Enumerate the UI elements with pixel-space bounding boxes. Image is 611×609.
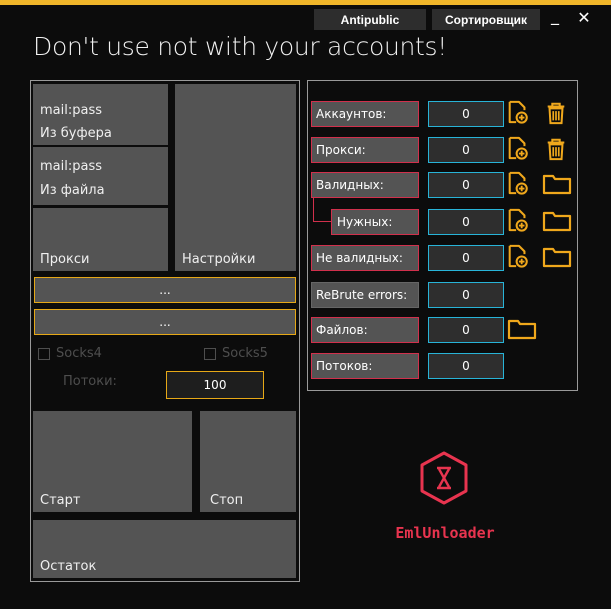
- settings-label: Настройки: [182, 252, 256, 267]
- proxy-label: Прокси: [40, 252, 90, 267]
- tab-antipublic[interactable]: Antipublic: [314, 9, 426, 30]
- socks4-checkbox[interactable]: Socks4: [38, 346, 102, 361]
- stat-label-needed: Нужных:: [331, 209, 419, 235]
- stop-button[interactable]: Стоп: [200, 411, 296, 512]
- stat-value-accounts: 0: [428, 101, 504, 127]
- file-add-icon[interactable]: [507, 171, 529, 195]
- folder-icon[interactable]: [542, 173, 572, 195]
- socks4-checkbox-box[interactable]: [38, 347, 50, 360]
- logo-hexagon-icon: [420, 451, 468, 505]
- stat-value-invalid: 0: [428, 245, 504, 271]
- file-line1: mail:pass: [40, 159, 102, 174]
- stat-label-threads: Потоков:: [311, 353, 419, 379]
- page-title: Don't use not with your accounts!: [33, 32, 447, 61]
- stat-value-rebrute-errors: 0: [428, 282, 504, 308]
- start-label: Старт: [40, 493, 81, 508]
- close-button[interactable]: ✕: [575, 8, 593, 28]
- threads-input[interactable]: 100: [166, 371, 264, 399]
- proxy-button[interactable]: Прокси: [33, 208, 168, 271]
- socks5-label: Socks5: [222, 346, 268, 361]
- stat-label-accounts: Аккаунтов:: [311, 101, 419, 127]
- nested-bracket-line: [313, 197, 314, 221]
- remainder-button[interactable]: Остаток: [33, 520, 296, 578]
- trash-icon[interactable]: [545, 101, 567, 125]
- file-line2: Из файла: [40, 183, 105, 198]
- clipboard-load-button[interactable]: mail:pass Из буфера: [33, 84, 168, 145]
- trash-icon[interactable]: [545, 137, 567, 161]
- socks4-label: Socks4: [56, 346, 102, 361]
- stat-label-proxies: Прокси:: [311, 137, 419, 163]
- file-add-icon[interactable]: [507, 208, 529, 232]
- folder-icon[interactable]: [507, 318, 537, 340]
- file-add-icon[interactable]: [507, 244, 529, 268]
- clipboard-line1: mail:pass: [40, 103, 102, 118]
- file-add-icon[interactable]: [507, 100, 529, 124]
- socks5-checkbox-box[interactable]: [204, 347, 216, 360]
- remainder-label: Остаток: [40, 559, 97, 574]
- folder-icon[interactable]: [542, 246, 572, 268]
- file-add-icon[interactable]: [507, 136, 529, 160]
- stat-value-needed: 0: [428, 209, 504, 235]
- stat-value-threads: 0: [428, 353, 504, 379]
- socks5-checkbox[interactable]: Socks5: [204, 346, 268, 361]
- stat-value-files: 0: [428, 317, 504, 343]
- tab-sorter[interactable]: Сортировщик: [432, 9, 540, 30]
- path-field-2[interactable]: ...: [34, 309, 296, 335]
- path-field-1[interactable]: ...: [34, 277, 296, 303]
- clipboard-line2: Из буфера: [40, 126, 112, 141]
- nested-bracket-arm: [313, 221, 331, 222]
- stat-label-files: Файлов:: [311, 317, 419, 343]
- minimize-button[interactable]: _: [546, 6, 564, 26]
- stat-label-invalid: Не валидных:: [311, 245, 419, 271]
- stat-label-rebrute-errors: ReBrute errors:: [311, 282, 419, 308]
- stat-label-valid: Валидных:: [311, 172, 419, 198]
- start-button[interactable]: Старт: [33, 411, 192, 512]
- settings-button[interactable]: Настройки: [175, 84, 296, 271]
- app-logo-text: EmlUnloader: [395, 524, 495, 542]
- folder-icon[interactable]: [542, 210, 572, 232]
- stop-label: Стоп: [210, 493, 244, 508]
- file-load-button[interactable]: mail:pass Из файла: [33, 147, 168, 205]
- top-accent-bar: [0, 0, 611, 5]
- stat-value-valid: 0: [428, 172, 504, 198]
- stat-value-proxies: 0: [428, 137, 504, 163]
- threads-label: Потоки:: [63, 374, 117, 389]
